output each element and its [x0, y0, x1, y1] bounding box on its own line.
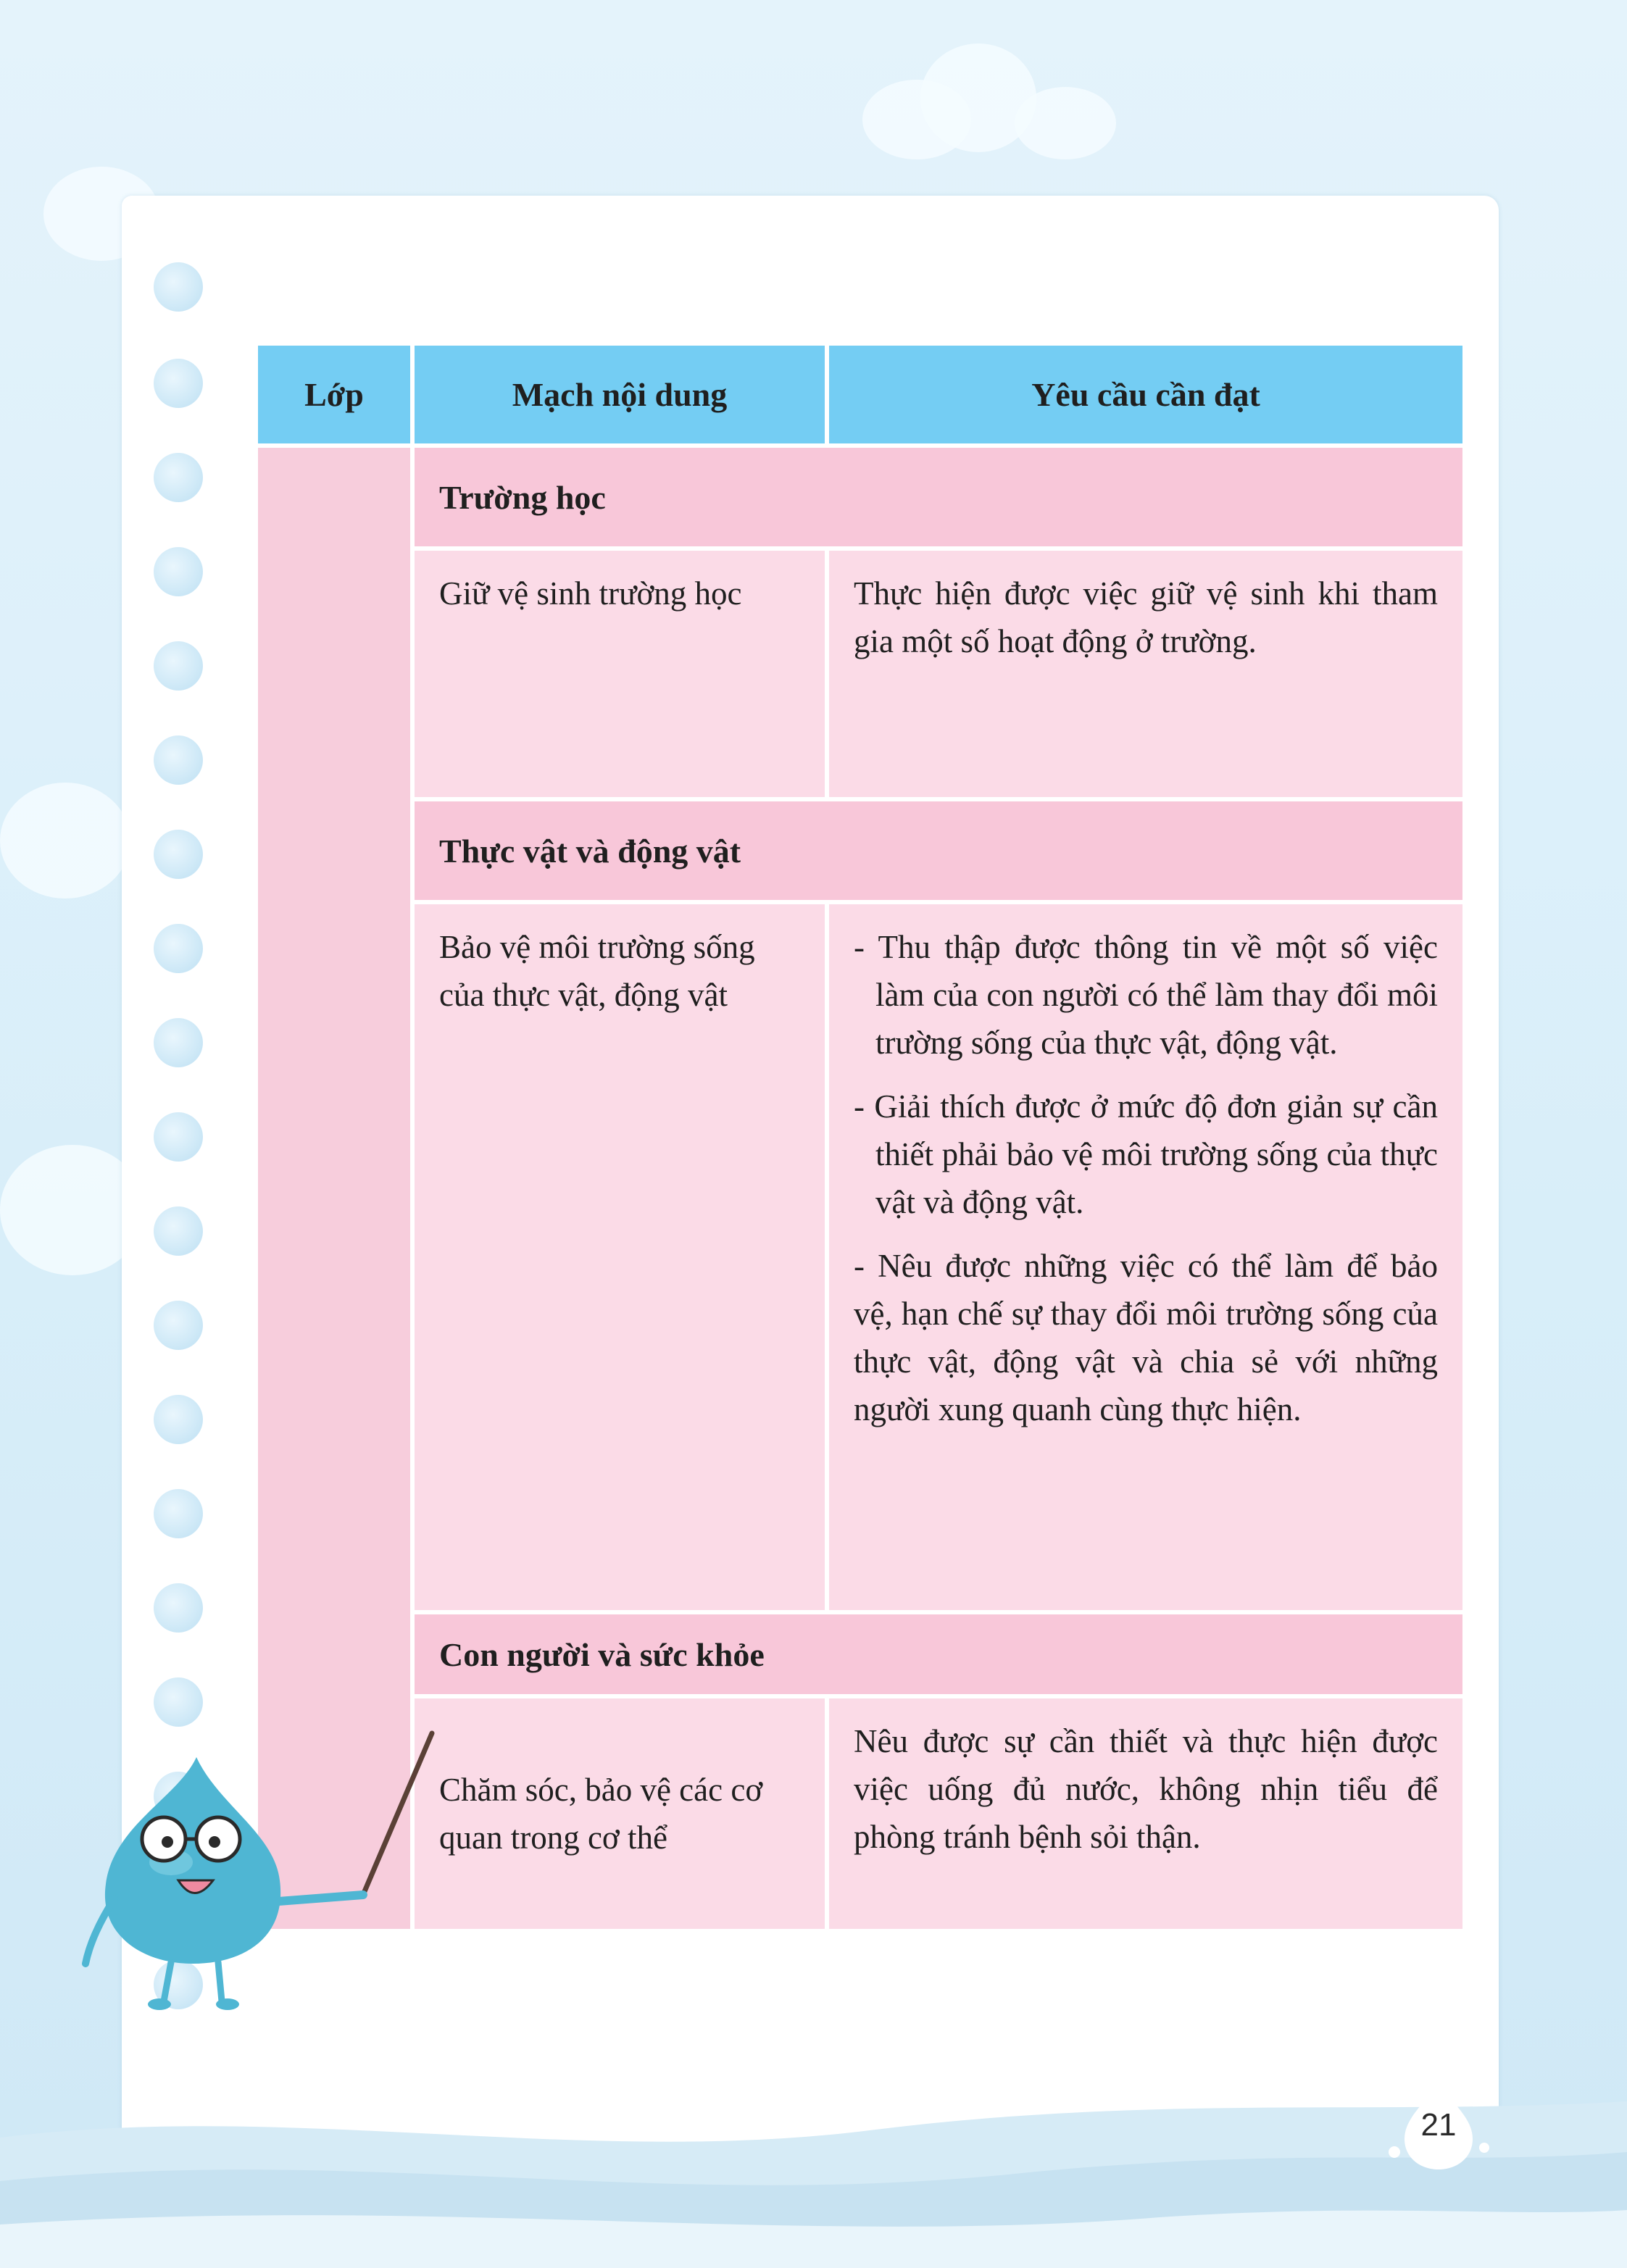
topic-text: Chăm sóc, bảo vệ các cơ quan trong cơ th… — [439, 1772, 763, 1856]
topic-cell: Giữ vệ sinh trường học — [415, 551, 825, 797]
section-title: Trường học — [415, 448, 1462, 546]
requirement-text: - Nêu được những việc có thể làm để bảo … — [854, 1248, 1438, 1427]
requirement-text: - Giải thích được ở mức độ đơn giản sự c… — [854, 1088, 1438, 1220]
requirement-cell: Nêu được sự cần thiết và thực hiện được … — [829, 1698, 1462, 1929]
requirement-text: Thực hiện được việc giữ vệ sinh khi tham… — [854, 575, 1438, 659]
requirement-text: Nêu được sự cần thiết và thực hiện được … — [854, 1723, 1438, 1855]
water-drop-mascot-icon — [82, 1730, 435, 2010]
topic-cell: Chăm sóc, bảo vệ các cơ quan trong cơ th… — [415, 1698, 825, 1929]
section-title: Con người và sức khỏe — [415, 1614, 1462, 1694]
requirement-cell: Thực hiện được việc giữ vệ sinh khi tham… — [829, 551, 1462, 797]
cloud-decoration — [1015, 87, 1116, 159]
page-number: 21 — [1420, 2107, 1457, 2143]
requirement-cell: - Thu thập được thông tin về một số việc… — [829, 904, 1462, 1610]
cloud-decoration — [862, 80, 971, 159]
header-lop: Lớp — [258, 346, 410, 443]
requirement-text: - Thu thập được thông tin về một số việc… — [854, 929, 1438, 1061]
curriculum-table: Lớp Mạch nội dung Yêu cầu cần đạt Trường… — [258, 346, 1462, 1929]
grade-cell — [258, 448, 410, 1929]
section-title: Thực vật và động vật — [415, 801, 1462, 900]
header-yeu-cau: Yêu cầu cần đạt — [829, 346, 1462, 443]
wave-decoration — [0, 2101, 1627, 2268]
topic-cell: Bảo vệ môi trường sống của thực vật, độn… — [415, 904, 825, 1610]
header-mach-noi-dung: Mạch nội dung — [415, 346, 825, 443]
cloud-decoration — [0, 783, 130, 899]
